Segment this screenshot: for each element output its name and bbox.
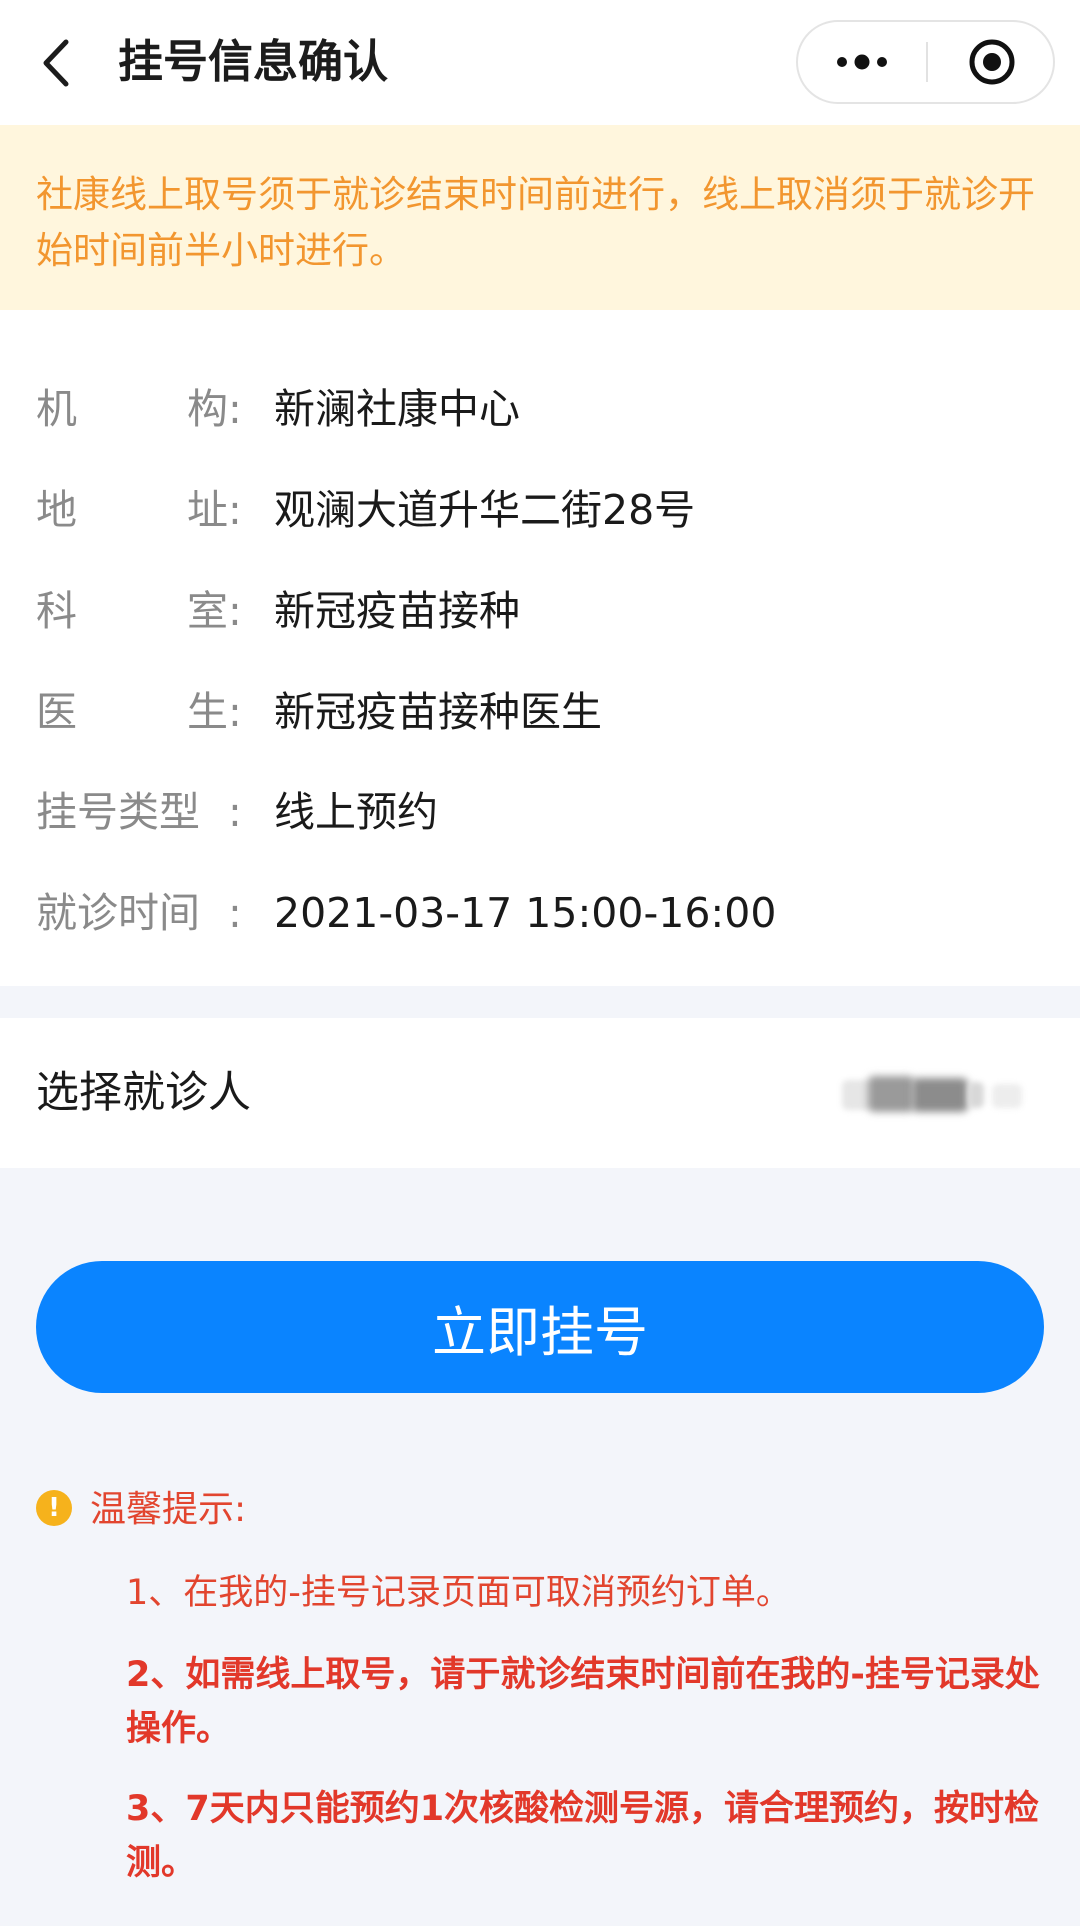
tip-item-1: 1、在我的-挂号记录页面可取消预约订单。 <box>126 1573 791 1613</box>
reg-type-row: 挂号类型 : 线上预约 <box>36 782 1036 842</box>
notice-banner: 社康线上取号须于就诊结束时间前进行，线上取消须于就诊开始时间前半小时进行。 <box>0 125 1080 310</box>
close-button[interactable] <box>928 22 1055 102</box>
address-value: 观澜大道升华二街28号 <box>274 486 696 534</box>
more-dots-icon <box>837 54 887 70</box>
department-label: 科室 <box>36 587 228 635</box>
doctor-label: 医生 <box>36 688 228 736</box>
reg-type-value: 线上预约 <box>274 788 438 836</box>
patient-name-redacted <box>842 1076 1052 1112</box>
tip-item-3: 3、7天内只能预约1次核酸检测号源，请合理预约，按时检测。 <box>126 1789 1040 1883</box>
nav-bar: 挂号信息确认 <box>0 0 1080 125</box>
visit-time-value: 2021-03-17 15:00-16:00 <box>274 889 777 937</box>
department-value: 新冠疫苗接种 <box>274 587 520 635</box>
register-now-button[interactable]: 立即挂号 <box>36 1261 1044 1393</box>
tips-title: 温馨提示: <box>90 1489 247 1530</box>
institution-value: 新澜社康中心 <box>274 385 520 433</box>
more-button[interactable] <box>798 22 926 102</box>
tips-header: ! 温馨提示: <box>36 1485 636 1535</box>
page-title: 挂号信息确认 <box>118 35 389 88</box>
tip-item-2: 2、如需线上取号，请于就诊结束时间前在我的-挂号记录处操作。 <box>126 1655 1040 1749</box>
institution-label: 机构 <box>36 385 228 433</box>
appointment-info-panel: 机构 : 新澜社康中心 地址 : 观澜大道升华二街28号 科室 : 新冠疫苗接种… <box>0 310 1080 986</box>
doctor-row: 医生 : 新冠疫苗接种医生 <box>36 682 1036 742</box>
mini-program-capsule <box>796 20 1055 104</box>
address-label: 地址 <box>36 486 228 534</box>
select-patient-label: 选择就诊人 <box>36 1068 251 1118</box>
select-patient-row[interactable]: 选择就诊人 <box>0 1018 1080 1168</box>
visit-time-label: 就诊时间 <box>36 889 200 937</box>
chevron-left-icon[interactable] <box>36 36 80 90</box>
address-row: 地址 : 观澜大道升华二街28号 <box>36 480 1036 540</box>
department-row: 科室 : 新冠疫苗接种 <box>36 581 1036 641</box>
warning-icon: ! <box>36 1490 72 1526</box>
target-close-icon <box>969 39 1014 85</box>
visit-time-row: 就诊时间 : 2021-03-17 15:00-16:00 <box>36 883 1036 943</box>
institution-row: 机构 : 新澜社康中心 <box>36 379 1036 439</box>
reg-type-label: 挂号类型 <box>36 788 200 836</box>
doctor-value: 新冠疫苗接种医生 <box>274 688 602 736</box>
